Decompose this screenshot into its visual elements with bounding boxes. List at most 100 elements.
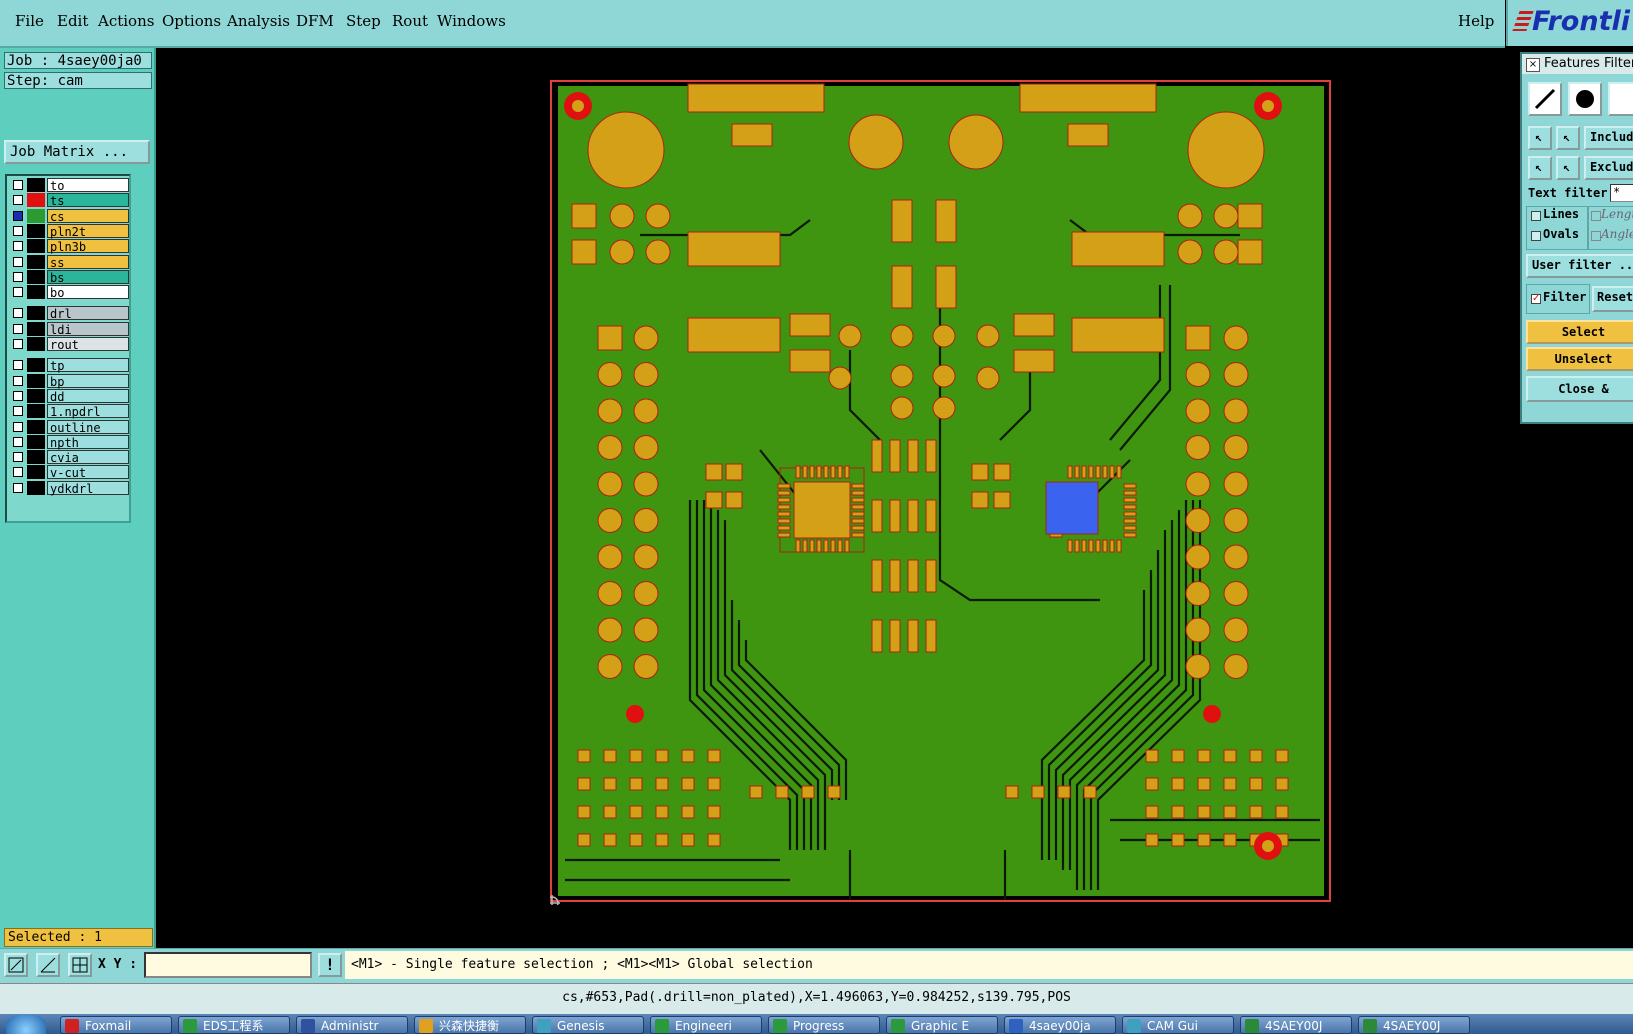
pad[interactable] xyxy=(889,619,901,653)
pad[interactable] xyxy=(707,749,721,763)
layer-color-swatch[interactable] xyxy=(27,223,45,238)
layer-name[interactable]: dd xyxy=(47,388,129,404)
round-pad[interactable] xyxy=(1187,111,1265,189)
pad[interactable] xyxy=(777,532,791,538)
round-pad[interactable] xyxy=(633,471,659,497)
layer-row-to[interactable]: to xyxy=(9,178,129,193)
pad-filter-toggle[interactable] xyxy=(1568,82,1602,116)
menu-windows[interactable]: Windows xyxy=(437,12,506,30)
pad[interactable] xyxy=(1095,465,1101,479)
close-icon[interactable]: × xyxy=(1526,58,1540,72)
round-pad[interactable] xyxy=(633,544,659,570)
pad[interactable] xyxy=(1145,777,1159,791)
round-pad[interactable] xyxy=(932,396,956,420)
layer-color-swatch[interactable] xyxy=(27,450,45,465)
round-pad[interactable] xyxy=(848,114,904,170)
xy-input[interactable] xyxy=(144,952,312,978)
pad[interactable] xyxy=(851,490,865,496)
round-pad[interactable] xyxy=(645,203,671,229)
pad[interactable] xyxy=(889,499,901,533)
layer-row-ts[interactable]: ts xyxy=(9,193,129,208)
pad[interactable] xyxy=(871,439,883,473)
pad[interactable] xyxy=(777,504,791,510)
layer-name[interactable]: drl xyxy=(47,306,129,321)
round-pad[interactable] xyxy=(890,324,914,348)
layer-color-swatch[interactable] xyxy=(27,388,45,403)
pad[interactable] xyxy=(1197,805,1211,819)
layer-color-swatch[interactable] xyxy=(27,480,45,495)
round-pad[interactable] xyxy=(976,324,1000,348)
pad[interactable] xyxy=(795,465,801,479)
pad[interactable] xyxy=(1123,483,1137,489)
pad[interactable] xyxy=(629,749,643,763)
round-pad[interactable] xyxy=(1185,508,1211,533)
pad[interactable] xyxy=(629,833,643,847)
pad[interactable] xyxy=(577,805,591,819)
pad[interactable] xyxy=(789,349,831,373)
start-button[interactable] xyxy=(6,1014,46,1034)
menu-file[interactable]: File xyxy=(15,12,44,30)
menu-dfm[interactable]: DFM xyxy=(296,12,334,30)
taskbar-item[interactable]: Progress xyxy=(768,1016,880,1034)
pad[interactable] xyxy=(687,83,825,113)
round-pad[interactable] xyxy=(1223,617,1249,643)
pad[interactable] xyxy=(1145,833,1159,847)
layer-row-npth[interactable]: npth xyxy=(9,434,129,450)
round-pad[interactable] xyxy=(1223,654,1249,679)
taskbar-item[interactable]: Administr xyxy=(296,1016,408,1034)
layer-name[interactable]: cvia xyxy=(47,450,129,465)
pad[interactable] xyxy=(1197,777,1211,791)
pad[interactable] xyxy=(1171,749,1185,763)
round-pad[interactable] xyxy=(828,366,852,390)
pad[interactable] xyxy=(851,497,865,503)
pad[interactable] xyxy=(816,539,822,553)
round-pad[interactable] xyxy=(948,114,1004,170)
pad[interactable] xyxy=(705,463,723,481)
round-pad[interactable] xyxy=(1213,203,1239,229)
round-pad[interactable] xyxy=(587,111,665,189)
pad[interactable] xyxy=(1185,325,1211,351)
taskbar-item[interactable]: EDS工程系 xyxy=(178,1016,290,1034)
pad[interactable] xyxy=(1019,83,1157,113)
layer-color-swatch[interactable] xyxy=(27,465,45,480)
pad[interactable] xyxy=(687,231,781,267)
pad[interactable] xyxy=(681,777,695,791)
round-pad[interactable] xyxy=(1185,435,1211,460)
pad[interactable] xyxy=(830,465,836,479)
pad[interactable] xyxy=(1145,749,1159,763)
layer-row-cs[interactable]: cs xyxy=(9,208,129,224)
pad[interactable] xyxy=(1171,833,1185,847)
pad[interactable] xyxy=(851,504,865,510)
pad[interactable] xyxy=(925,439,937,473)
pad[interactable] xyxy=(1102,539,1108,553)
pad[interactable] xyxy=(823,539,829,553)
layer-checkbox[interactable] xyxy=(13,225,23,236)
pad[interactable] xyxy=(1013,349,1055,373)
pad[interactable] xyxy=(1031,785,1045,799)
pad[interactable] xyxy=(777,497,791,503)
measure-tool[interactable] xyxy=(36,953,60,977)
layer-name[interactable]: rout xyxy=(47,337,129,352)
taskbar-item[interactable]: Foxmail xyxy=(60,1016,172,1034)
pad[interactable] xyxy=(603,805,617,819)
layer-color-swatch[interactable] xyxy=(27,434,45,449)
layer-name[interactable]: pln2t xyxy=(47,223,129,239)
layer-color-swatch[interactable] xyxy=(27,306,45,321)
pad[interactable] xyxy=(789,313,831,337)
pad[interactable] xyxy=(1067,123,1109,147)
pad[interactable] xyxy=(971,491,989,509)
layer-color-swatch[interactable] xyxy=(27,269,45,284)
pad[interactable] xyxy=(1123,518,1137,524)
layer-row-dd[interactable]: dd xyxy=(9,388,129,404)
pad[interactable] xyxy=(1074,465,1080,479)
layer-row-ydkdrl[interactable]: ydkdrl xyxy=(9,480,129,496)
pad[interactable] xyxy=(1249,805,1263,819)
round-pad[interactable] xyxy=(838,324,862,348)
pad[interactable] xyxy=(802,539,808,553)
pad[interactable] xyxy=(1197,833,1211,847)
layer-color-swatch[interactable] xyxy=(27,239,45,254)
layer-name[interactable]: 1.npdrl xyxy=(47,404,129,419)
pad[interactable] xyxy=(777,483,791,489)
pad[interactable] xyxy=(707,805,721,819)
layer-name[interactable]: outline xyxy=(47,419,129,435)
